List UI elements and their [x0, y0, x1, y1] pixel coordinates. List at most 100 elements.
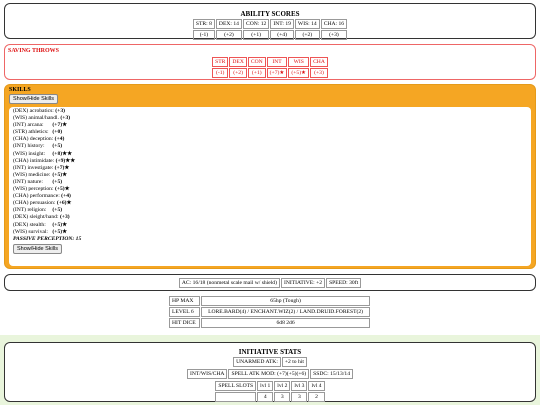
skill-name: (INT) nature: [13, 178, 43, 185]
skill-row: (INT) religion: (+5) [13, 207, 527, 214]
skill-value: (+0) [52, 129, 63, 136]
ability-score-str: STR: 8 [192, 19, 215, 29]
skill-row: (INT) arcana: (+7)★ [13, 122, 527, 129]
spell-atk-mod: SPELL ATK MOD: (+7)(+5)(+6) [228, 369, 310, 379]
ability-score-con: CON: 12 [242, 19, 270, 29]
skill-row: (DEX) acrobatics: (+3) [13, 108, 527, 115]
slot-count-4: 2 [308, 392, 325, 402]
armor-class: AC: 16/18 (nonmetal scale mail w/ shield… [178, 278, 280, 288]
skill-row: (WIS) insight: (+8)★★ [13, 151, 527, 158]
spellcasting-table: INT/WIS/CHA SPELL ATK MOD: (+7)(+5)(+6) … [186, 368, 354, 380]
skill-row: (DEX) sleight/hand: (+3) [13, 214, 527, 221]
skill-name: (WIS) medicine: [13, 171, 51, 178]
skill-value: (+8)★★ [52, 150, 73, 157]
slot-count-1: 4 [257, 392, 274, 402]
skill-value: (+5) [52, 178, 63, 185]
spell-slots-table: SPELL SLOTS lvl 1 lvl 2 lvl 3 lvl 4 4 3 … [214, 380, 325, 403]
skill-row: (INT) investigate: (+7)★ [13, 165, 527, 172]
save-mod-dex: (+2) [229, 68, 247, 78]
initiative-stats-panel: INITIATIVE STATS UNARMED ATK: +2 to hit … [4, 342, 536, 402]
unarmed-atk-value: +2 to hit [281, 357, 307, 367]
saving-throws-panel: SAVING THROWS STR DEX CON INT WIS CHA (-… [4, 44, 536, 80]
skill-name: (INT) history: [13, 143, 45, 150]
ability-score-wis: WIS: 14 [294, 19, 320, 29]
skill-value: (+5)★ [52, 221, 68, 228]
ability-mod-int: (+4) [270, 30, 294, 40]
skill-value: (+4) [54, 136, 65, 143]
initiative-stats-title: INITIATIVE STATS [238, 348, 302, 356]
skill-row: (STR) athletics: (+0) [13, 129, 527, 136]
level-label: LEVEL 6 [169, 307, 201, 317]
slot-level-3: lvl 3 [291, 381, 308, 391]
saving-throws-table: STR DEX CON INT WIS CHA (-1) (+2) (+1) (… [211, 56, 329, 79]
ability-mod-cha: (+3) [320, 30, 348, 40]
skill-value: (+5)★ [52, 171, 68, 178]
save-mod-int: (+7)★ [266, 68, 288, 78]
skills-title: SKILLS [9, 87, 31, 93]
skill-value: (+7)★ [52, 122, 68, 129]
skills-panel: SKILLS Show/Hide Skills (DEX) acrobatics… [4, 84, 536, 269]
ability-scores-table: STR: 8 DEX: 14 CON: 12 INT: 19 WIS: 14 C… [192, 18, 348, 41]
skills-list: (DEX) acrobatics: (+3) (WIS) animal/handl… [9, 107, 531, 266]
unarmed-atk-label: UNARMED ATK: [233, 357, 281, 367]
casting-stats-label: INT/WIS/CHA [186, 369, 228, 379]
save-head-str: STR [212, 57, 229, 67]
skill-name: (WIS) insight: [13, 150, 46, 157]
skill-value: (+3) [59, 214, 70, 221]
skill-row: (CHA) performance: (+4) [13, 193, 527, 200]
spell-slots-label: SPELL SLOTS [215, 381, 257, 391]
skill-value: (+3) [60, 115, 71, 122]
skill-value: (+5)★ [54, 186, 70, 193]
save-head-dex: DEX [229, 57, 247, 67]
skill-row: (INT) history: (+5) [13, 143, 527, 150]
slot-level-1: lvl 1 [257, 381, 274, 391]
ability-score-cha: CHA: 16 [320, 19, 348, 29]
skill-name: (DEX) stealth: [13, 221, 46, 228]
skill-value: (+3) [55, 108, 65, 114]
skill-value: (+5)★ [52, 228, 68, 235]
hit-dice-label: HIT DICE [169, 318, 201, 328]
skill-name: (INT) investigate: [13, 164, 54, 171]
skill-row: (CHA) deception: (+4) [13, 136, 527, 143]
show-hide-skills-button-bottom[interactable]: Show/Hide Skills [13, 243, 62, 254]
skill-name: (CHA) intimidate: [13, 157, 55, 164]
passive-perception: PASSIVE PERCEPTION: 15 [13, 235, 82, 242]
skill-name: (WIS) survival: [13, 228, 48, 235]
slot-count-2: 3 [274, 392, 291, 402]
ability-score-dex: DEX: 14 [215, 19, 242, 29]
skill-value: (+5) [52, 207, 63, 214]
skill-value: (+5) [52, 143, 63, 150]
unarmed-table: UNARMED ATK: +2 to hit [232, 356, 308, 368]
slot-count-3: 3 [291, 392, 308, 402]
save-mod-cha: (+3) [310, 68, 328, 78]
skill-row: (INT) nature: (+5) [13, 179, 527, 186]
save-head-con: CON [247, 57, 266, 67]
combat-stats-panel: AC: 16/18 (nonmetal scale mail w/ shield… [4, 274, 536, 291]
save-mod-wis: (+5)★ [288, 68, 310, 78]
spell-slots-empty [215, 392, 257, 402]
save-head-int: INT [266, 57, 288, 67]
slot-level-2: lvl 2 [274, 381, 291, 391]
hp-max-value: 65hp (Tough) [201, 296, 370, 306]
ability-scores-panel: ABILITY SCORES STR: 8 DEX: 14 CON: 12 IN… [4, 3, 536, 41]
skill-row: (DEX) stealth: (+5)★ [13, 222, 527, 229]
save-mod-con: (+1) [247, 68, 266, 78]
speed: SPEED: 30ft [326, 278, 362, 288]
level-value: LORE.BARD(4) / ENCHANT.WIZ(2) / LAND.DRU… [201, 307, 370, 317]
character-info-table: HP MAX 65hp (Tough) LEVEL 6 LORE.BARD(4)… [168, 295, 371, 329]
skill-row: (CHA) persuasion: (+6)★ [13, 200, 527, 207]
skill-value: (+9)★★ [55, 157, 76, 164]
ability-mod-dex: (+2) [215, 30, 242, 40]
skill-value: (+6)★ [56, 200, 72, 207]
combat-stats-table: AC: 16/18 (nonmetal scale mail w/ shield… [178, 277, 362, 289]
show-hide-skills-button-top[interactable]: Show/Hide Skills [9, 94, 58, 104]
skill-name: (DEX) sleight/hand: [13, 214, 59, 221]
ability-mod-str: (-1) [192, 30, 215, 40]
hp-max-label: HP MAX [169, 296, 201, 306]
skill-value: (+4) [61, 193, 71, 200]
skill-row: (WIS) perception: (+5)★ [13, 186, 527, 193]
skill-value: (+7)★ [54, 164, 70, 171]
ability-scores-title: ABILITY SCORES [240, 10, 300, 18]
save-mod-str: (-1) [212, 68, 229, 78]
ability-mod-con: (+1) [242, 30, 270, 40]
